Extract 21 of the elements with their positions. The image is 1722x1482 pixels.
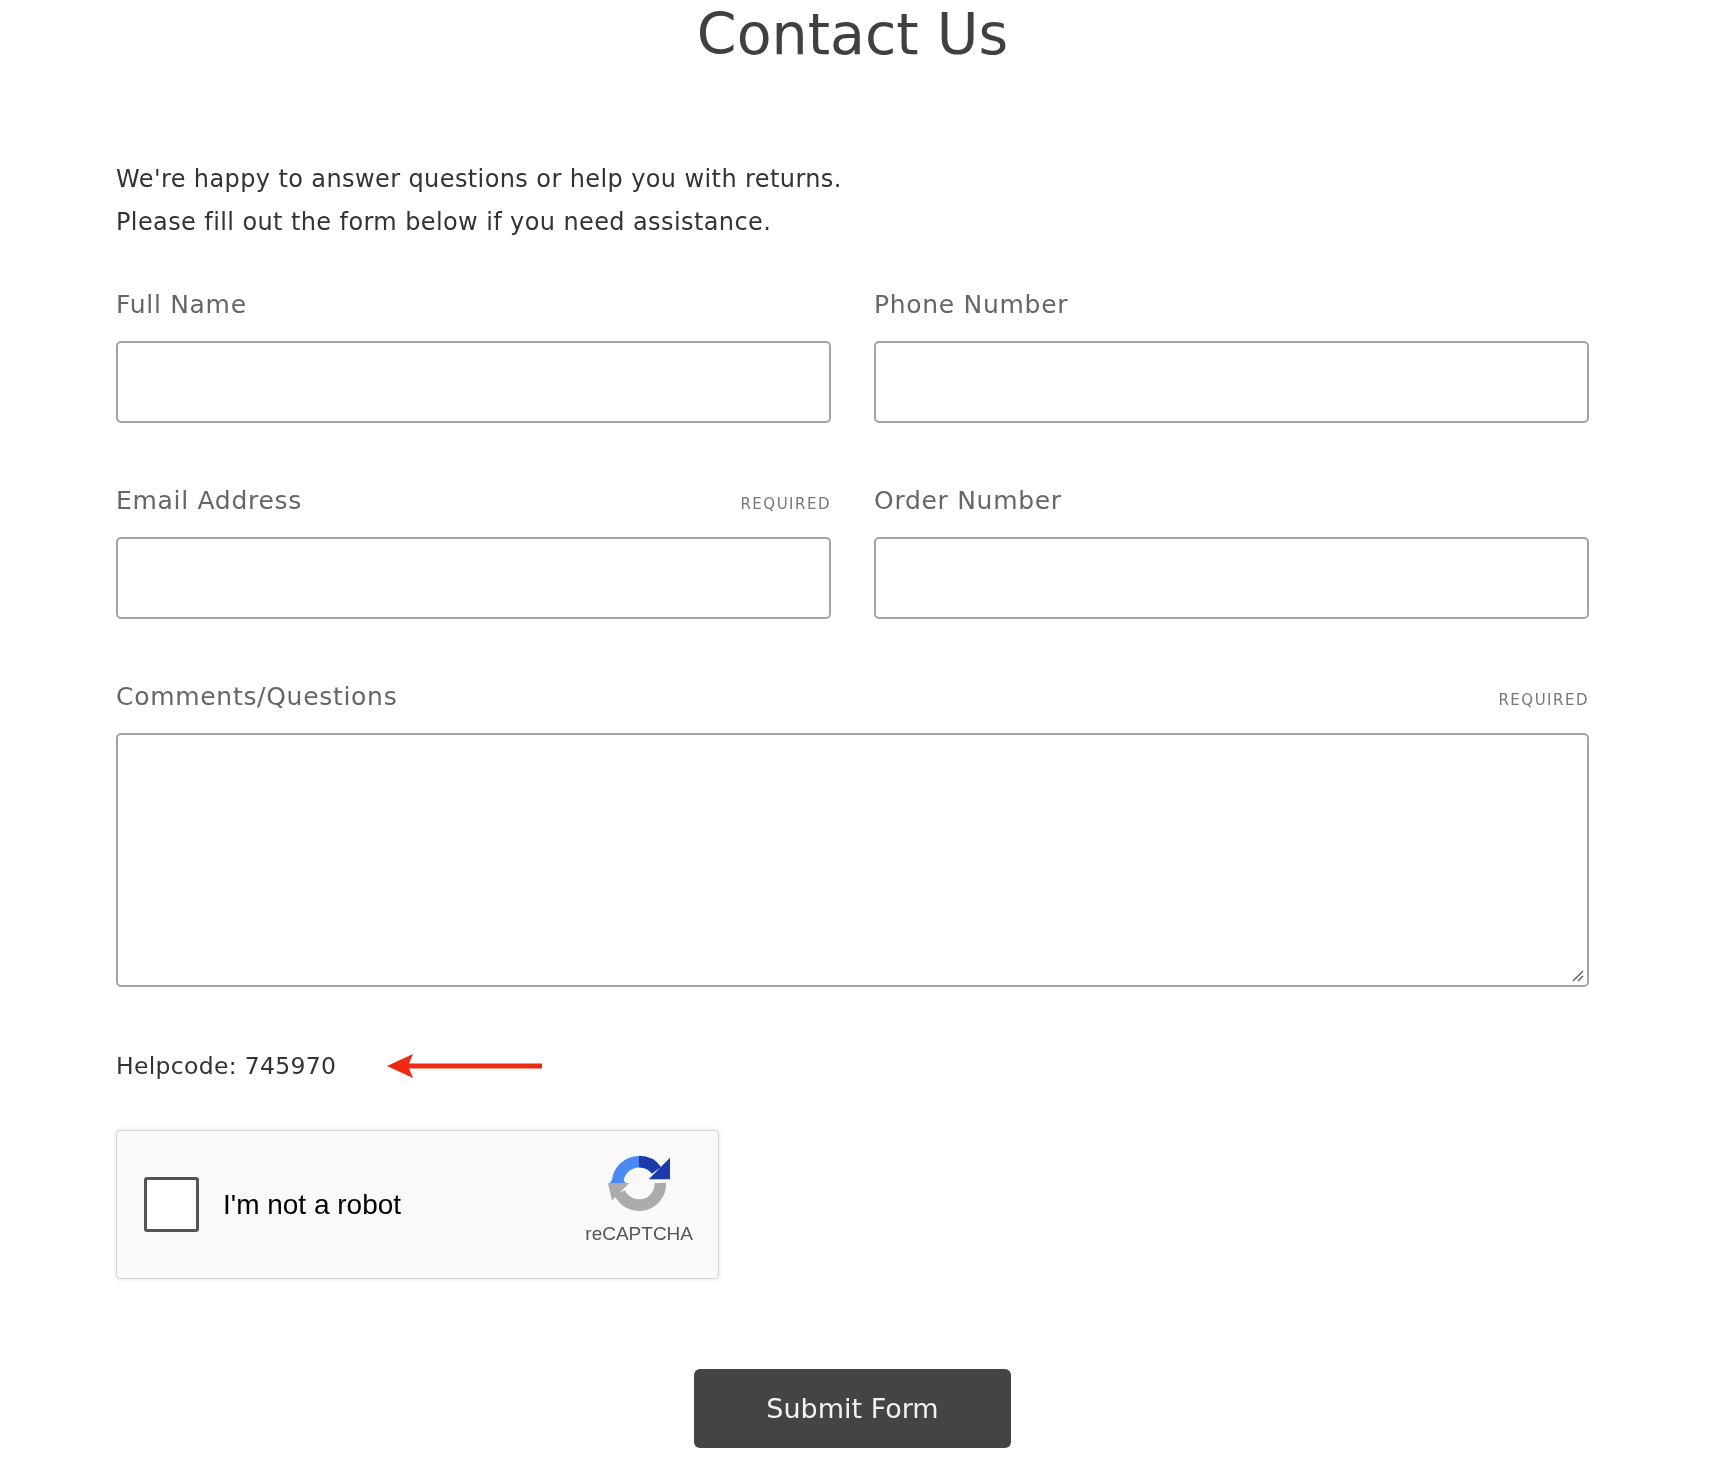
required-note: REQUIRED bbox=[1498, 690, 1589, 711]
intro-text: We're happy to answer questions or help you with returns. bbox=[116, 164, 842, 195]
captcha-brand-text: reCAPTCHA bbox=[585, 1223, 693, 1245]
intro-text: Please fill out the form below if you need assistance. bbox=[116, 207, 772, 238]
captcha-label: I'm not a robot bbox=[223, 1188, 402, 1221]
field-label: Order Number bbox=[874, 486, 1062, 516]
captcha-checkbox[interactable] bbox=[144, 1177, 199, 1232]
resize-handle-icon[interactable] bbox=[1572, 970, 1584, 982]
page-title: Contact Us bbox=[695, 0, 1010, 64]
comments-textarea-field[interactable] bbox=[116, 733, 1589, 987]
required-note: REQUIRED bbox=[740, 494, 831, 515]
text-input-field[interactable] bbox=[116, 341, 831, 423]
text-input-field[interactable] bbox=[874, 341, 1589, 423]
field-label: Comments/Questions bbox=[116, 682, 398, 712]
text-input-field[interactable] bbox=[116, 537, 831, 619]
field-label: Email Address bbox=[116, 486, 302, 516]
text-input-field[interactable] bbox=[874, 537, 1589, 619]
field-label: Full Name bbox=[116, 290, 247, 320]
helpcode-text: Helpcode: 745970 bbox=[116, 1051, 337, 1081]
submit-button[interactable]: Submit Form bbox=[694, 1369, 1011, 1448]
field-label: Phone Number bbox=[874, 290, 1069, 320]
